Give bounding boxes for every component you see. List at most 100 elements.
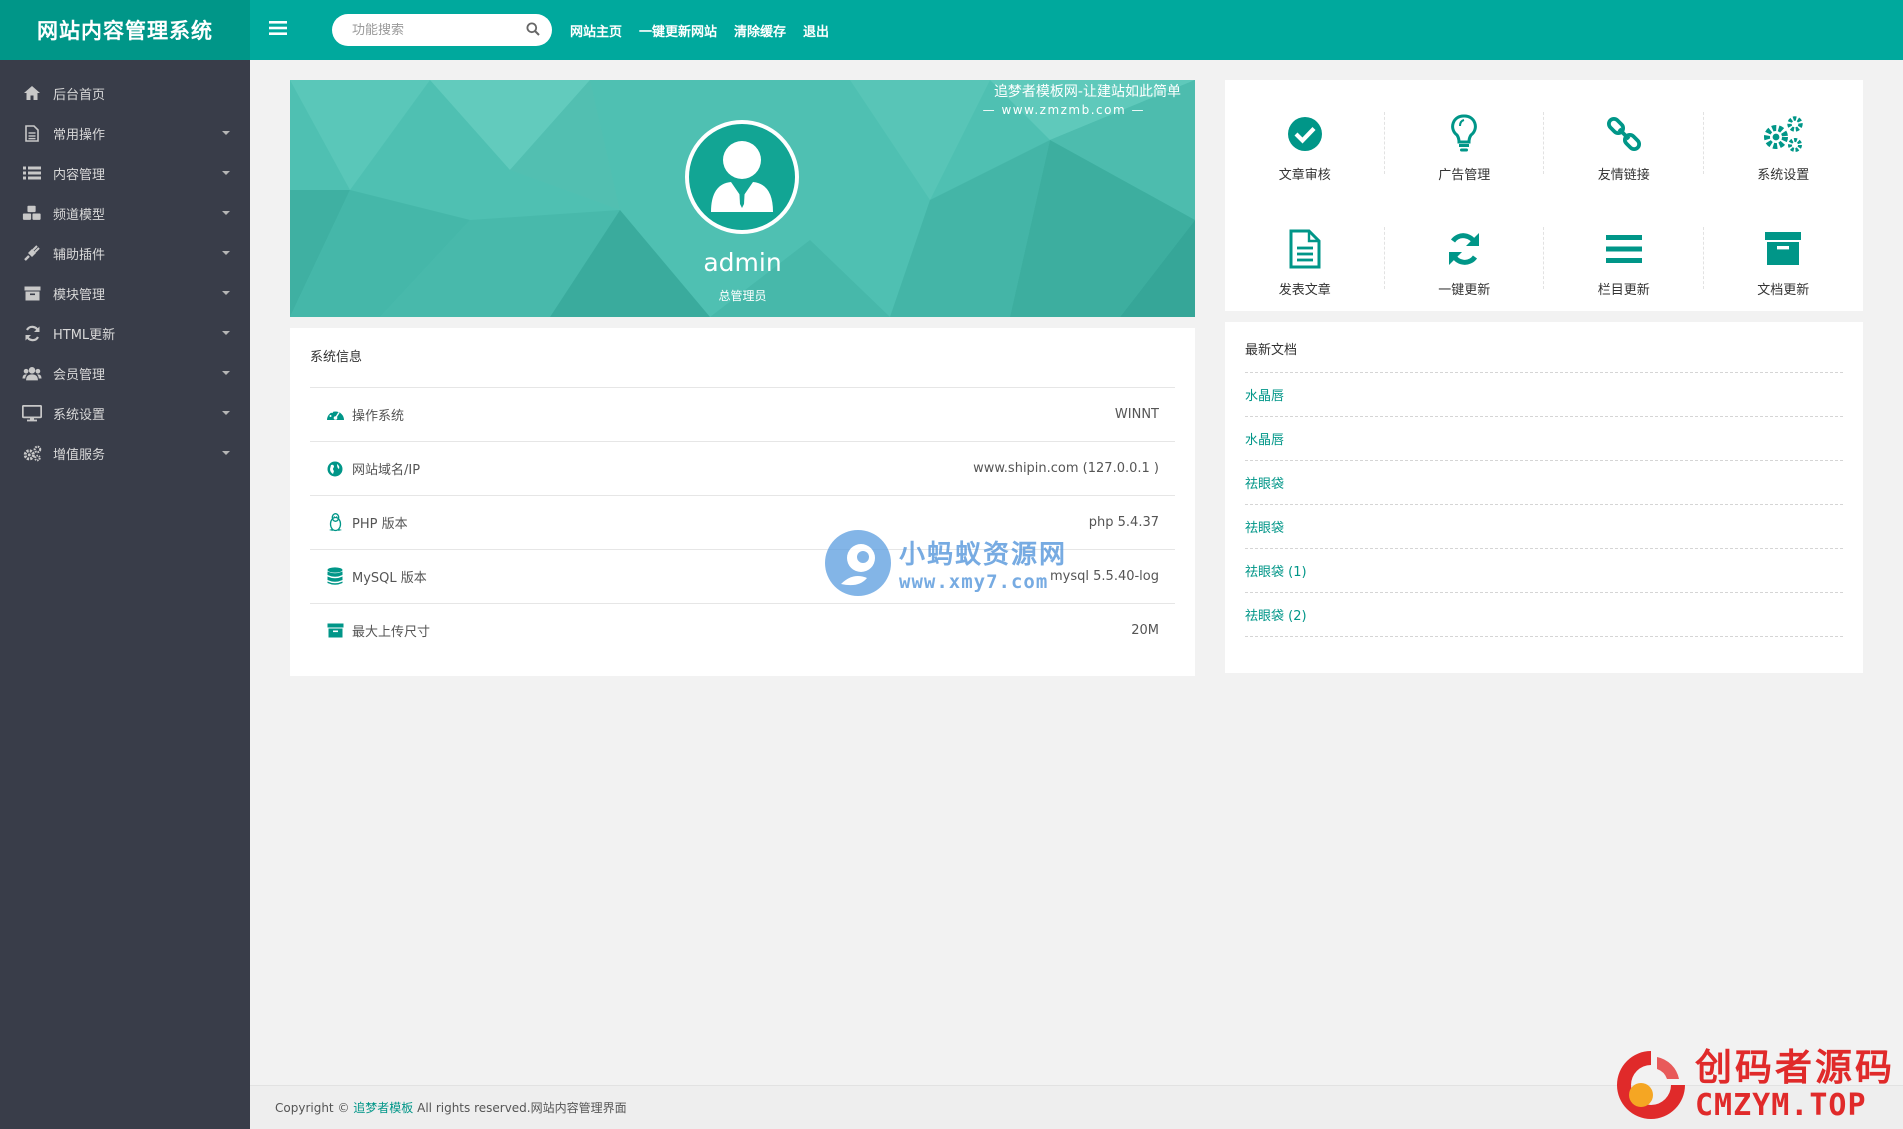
quick-actions-panel: 文章审核 广告管理 友情链接 系统设置 发表文章 一键更新 栏目更新 文档更新 <box>1225 80 1863 311</box>
system-info-list: 操作系统 WINNT 网站域名/IP www.shipin.com (127.0… <box>310 387 1175 657</box>
globe-icon <box>324 461 346 477</box>
nav-link-clear-cache[interactable]: 清除缓存 <box>734 21 786 40</box>
desktop-icon <box>22 403 42 423</box>
panel-title: 最新文档 <box>1245 343 1298 358</box>
bars-icon <box>1605 227 1642 271</box>
quick-action-label: 文档更新 <box>1757 283 1810 298</box>
doc-link[interactable]: 祛眼袋 (2) <box>1245 605 1307 624</box>
latest-docs-list: 水晶唇 水晶唇 祛眼袋 祛眼袋 祛眼袋 (1) 祛眼袋 (2) <box>1245 372 1843 637</box>
quick-action-system-settings[interactable]: 系统设置 <box>1704 90 1864 205</box>
sidebar-item-channel-model[interactable]: 频道模型 <box>0 193 250 233</box>
sidebar-item-html-update[interactable]: HTML更新 <box>0 313 250 353</box>
file-text-icon <box>1289 227 1321 271</box>
sidebar-item-value-added[interactable]: 增值服务 <box>0 433 250 473</box>
sidebar-item-label: 后台首页 <box>53 87 106 103</box>
quick-action-document-update[interactable]: 文档更新 <box>1704 205 1864 320</box>
quick-action-label: 广告管理 <box>1438 168 1491 183</box>
list-item: 祛眼袋 <box>1245 505 1843 549</box>
info-row-upload-size: 最大上传尺寸 20M <box>310 603 1175 657</box>
check-circle-icon <box>1287 112 1323 156</box>
caret-down-icon <box>222 331 230 335</box>
caret-down-icon <box>222 131 230 135</box>
footer-link[interactable]: 追梦者模板 <box>353 1099 413 1116</box>
nav-link-logout[interactable]: 退出 <box>803 21 829 40</box>
sidebar-item-system-settings[interactable]: 系统设置 <box>0 393 250 433</box>
quick-action-friend-links[interactable]: 友情链接 <box>1544 90 1704 205</box>
quick-action-publish-article[interactable]: 发表文章 <box>1225 205 1385 320</box>
watermark-text: 小蚂蚁资源网 www.xmy7.com <box>899 534 1067 593</box>
system-info-panel: 系统信息 操作系统 WINNT 网站域名/IP www.shipin.com (… <box>290 328 1195 676</box>
search-input[interactable] <box>352 22 526 38</box>
app-logo-title: 网站内容管理系统 <box>0 0 250 60</box>
sidebar-item-label: 会员管理 <box>53 367 106 383</box>
quick-action-article-review[interactable]: 文章审核 <box>1225 90 1385 205</box>
sidebar-item-members[interactable]: 会员管理 <box>0 353 250 393</box>
info-value: 20M <box>1131 623 1159 638</box>
sidebar-item-dashboard[interactable]: 后台首页 <box>0 73 250 113</box>
list-item: 祛眼袋 <box>1245 461 1843 505</box>
quick-action-label: 一键更新 <box>1438 283 1491 298</box>
database-icon <box>324 567 346 586</box>
home-icon <box>22 83 42 103</box>
nav-link-home[interactable]: 网站主页 <box>570 21 622 40</box>
caret-down-icon <box>222 451 230 455</box>
search-icon[interactable] <box>526 21 540 40</box>
refresh-icon <box>22 323 42 343</box>
info-row-os: 操作系统 WINNT <box>310 387 1175 441</box>
doc-link[interactable]: 水晶唇 <box>1245 385 1284 404</box>
gears-icon <box>1761 112 1805 156</box>
refresh-icon <box>1446 227 1482 271</box>
menu-toggle-button[interactable] <box>250 0 306 60</box>
quick-action-label: 文章审核 <box>1278 168 1331 183</box>
sidebar-item-common-ops[interactable]: 常用操作 <box>0 113 250 153</box>
sidebar-item-label: 模块管理 <box>53 287 106 303</box>
quick-action-label: 系统设置 <box>1757 168 1810 183</box>
plug-icon <box>22 243 42 263</box>
watermark-text: 创码者源码 CMZYM.TOP <box>1695 1047 1895 1123</box>
quick-action-one-click-update[interactable]: 一键更新 <box>1385 205 1545 320</box>
dashboard-icon <box>324 407 346 422</box>
quick-action-ads[interactable]: 广告管理 <box>1385 90 1545 205</box>
sidebar-item-label: 系统设置 <box>53 407 106 423</box>
caret-down-icon <box>222 171 230 175</box>
user-role: 总管理员 <box>718 289 767 303</box>
info-value: php 5.4.37 <box>1088 515 1159 530</box>
sidebar: 后台首页 常用操作 内容管理 频道模型 辅助插件 模块管理 HTML更新 会员管… <box>0 60 250 1129</box>
sidebar-item-label: 增值服务 <box>53 447 106 463</box>
footer-copyright: Copyright © <box>275 1100 350 1115</box>
file-text-icon <box>22 123 42 143</box>
nav-link-update-site[interactable]: 一键更新网站 <box>639 21 717 40</box>
doc-link[interactable]: 祛眼袋 (1) <box>1245 561 1307 580</box>
watermark-logo-icon <box>825 530 891 596</box>
watermark-center: 小蚂蚁资源网 www.xmy7.com <box>823 528 1067 598</box>
doc-link[interactable]: 祛眼袋 <box>1245 517 1284 536</box>
user-name: admin <box>703 248 782 277</box>
archive-icon <box>22 283 42 303</box>
quick-action-label: 友情链接 <box>1597 168 1650 183</box>
sidebar-item-content[interactable]: 内容管理 <box>0 153 250 193</box>
top-nav-links: 网站主页 一键更新网站 清除缓存 退出 <box>570 21 846 40</box>
banner-url: — www.zmzmb.com — <box>982 103 1145 117</box>
avatar[interactable] <box>685 120 799 234</box>
doc-link[interactable]: 水晶唇 <box>1245 429 1284 448</box>
top-header: 网站主页 一键更新网站 清除缓存 退出 <box>250 0 1903 60</box>
list-icon <box>22 163 42 183</box>
doc-link[interactable]: 祛眼袋 <box>1245 473 1284 492</box>
sidebar-item-plugins[interactable]: 辅助插件 <box>0 233 250 273</box>
users-icon <box>22 363 42 383</box>
list-item: 祛眼袋 (1) <box>1245 549 1843 593</box>
archive-icon <box>324 623 346 638</box>
quick-action-column-update[interactable]: 栏目更新 <box>1544 205 1704 320</box>
sidebar-item-modules[interactable]: 模块管理 <box>0 273 250 313</box>
quick-action-label: 发表文章 <box>1278 283 1331 298</box>
banner-slogan-text: 追梦者模板网-让建站如此简单 <box>993 84 1181 100</box>
watermark-line2: CMZYM.TOP <box>1695 1087 1867 1123</box>
search-box <box>332 14 552 46</box>
caret-down-icon <box>222 251 230 255</box>
list-item: 水晶唇 <box>1245 373 1843 417</box>
sidebar-item-label: 辅助插件 <box>53 247 106 263</box>
linux-icon <box>324 513 346 532</box>
caret-down-icon <box>222 371 230 375</box>
quick-action-label: 栏目更新 <box>1597 283 1650 298</box>
info-label: 网站域名/IP <box>352 463 421 478</box>
